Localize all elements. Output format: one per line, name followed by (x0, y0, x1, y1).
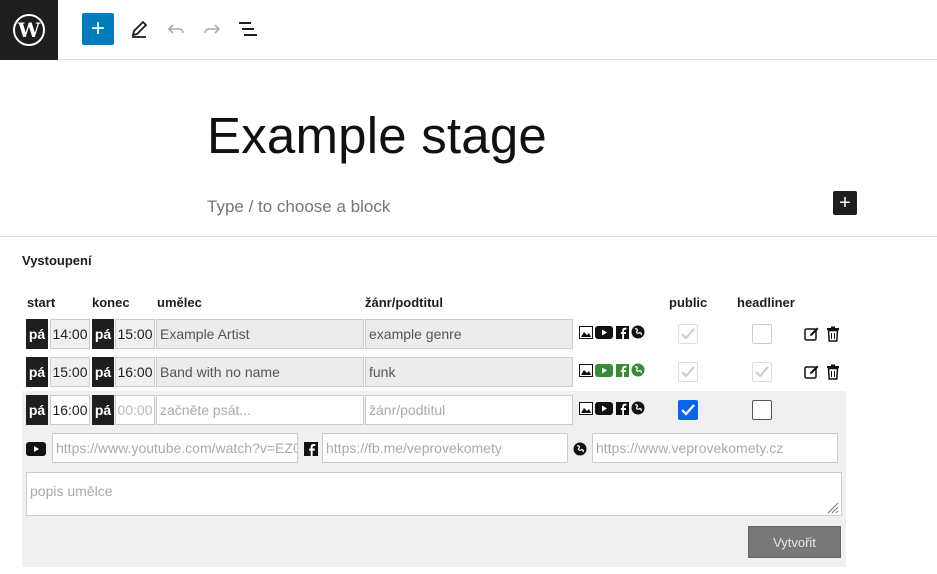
inline-add-block-button[interactable]: + (833, 191, 857, 215)
end-time-field[interactable]: 16:00 (115, 357, 155, 387)
start-day-badge[interactable]: pá (26, 319, 48, 349)
genre-field[interactable]: example genre (365, 319, 573, 349)
meta-box-title: Vystoupení (22, 253, 92, 268)
website-url-input[interactable]: https://www.veprovekomety.cz (592, 433, 838, 463)
media-links (579, 363, 645, 377)
youtube-url-input[interactable]: https://www.youtube.com/watch?v=EZ0 (52, 433, 298, 463)
column-headliner: headliner (737, 295, 795, 310)
artist-field[interactable]: Band with no name (156, 357, 364, 387)
column-end: konec (92, 295, 130, 310)
meta-box-divider (0, 236, 937, 237)
image-icon[interactable] (579, 325, 593, 339)
facebook-icon[interactable] (615, 401, 629, 415)
globe-icon[interactable] (631, 401, 645, 415)
edit-icon[interactable] (804, 364, 820, 380)
column-genre: žánr/podtitul (365, 295, 443, 310)
start-time-field[interactable]: 15:00 (50, 357, 90, 387)
performance-row: pá 14:00 pá 15:00 Example Artist example… (22, 315, 846, 353)
performance-row: pá 15:00 pá 16:00 Band with no name funk (22, 353, 846, 391)
youtube-icon (26, 442, 46, 461)
media-links (579, 325, 645, 339)
add-block-button[interactable]: + (82, 13, 114, 45)
column-artist: umělec (157, 295, 202, 310)
start-time-input[interactable]: 16:00 (50, 395, 90, 425)
description-placeholder: popis umělce (30, 483, 113, 499)
artist-field[interactable]: Example Artist (156, 319, 364, 349)
create-button[interactable]: Vytvořit (748, 526, 841, 558)
redo-icon[interactable] (199, 16, 225, 42)
youtube-icon[interactable] (595, 325, 613, 339)
media-links (579, 401, 645, 415)
block-appender-hint[interactable]: Type / to choose a block (207, 197, 390, 217)
start-day-badge[interactable]: pá (26, 357, 48, 387)
end-time-input[interactable]: 00:00 (115, 395, 155, 425)
trash-icon[interactable] (825, 364, 841, 380)
trash-icon[interactable] (825, 326, 841, 342)
public-checkbox[interactable] (678, 324, 698, 344)
headliner-checkbox[interactable] (752, 362, 772, 382)
end-day-badge[interactable]: pá (92, 357, 114, 387)
new-performance-details: https://www.youtube.com/watch?v=EZ0 http… (22, 429, 846, 567)
public-checkbox[interactable] (678, 362, 698, 382)
new-performance-row: pá 16:00 pá 00:00 začněte psát... žánr/p… (22, 391, 846, 429)
resize-handle-icon[interactable] (827, 501, 839, 514)
document-overview-icon[interactable] (235, 16, 261, 42)
column-start: start (27, 295, 56, 310)
wordpress-logo[interactable]: W (0, 0, 58, 60)
facebook-url-input[interactable]: https://fb.me/veprovekomety (322, 433, 568, 463)
editor-toolbar: W + (0, 0, 937, 60)
column-public: public (669, 295, 708, 310)
youtube-icon[interactable] (595, 363, 613, 377)
genre-field[interactable]: funk (365, 357, 573, 387)
start-time-field[interactable]: 14:00 (50, 319, 90, 349)
undo-icon[interactable] (163, 16, 189, 42)
facebook-icon[interactable] (615, 325, 629, 339)
globe-icon (573, 442, 587, 461)
end-day-badge[interactable]: pá (92, 395, 114, 425)
pencil-icon[interactable] (126, 16, 152, 42)
start-day-badge[interactable]: pá (26, 395, 48, 425)
artist-description-input[interactable]: popis umělce (26, 472, 842, 516)
genre-input[interactable]: žánr/podtitul (365, 395, 573, 425)
wordpress-w-icon: W (13, 14, 45, 46)
image-icon[interactable] (579, 401, 593, 415)
facebook-icon[interactable] (615, 363, 629, 377)
headliner-checkbox[interactable] (752, 324, 772, 344)
post-title[interactable]: Example stage (207, 106, 547, 165)
end-time-field[interactable]: 15:00 (115, 319, 155, 349)
globe-icon[interactable] (631, 363, 645, 377)
facebook-icon (304, 442, 318, 461)
globe-icon[interactable] (631, 325, 645, 339)
edit-icon[interactable] (804, 326, 820, 342)
public-checkbox[interactable] (678, 400, 698, 420)
artist-input[interactable]: začněte psát... (156, 395, 364, 425)
headliner-checkbox[interactable] (752, 400, 772, 420)
end-day-badge[interactable]: pá (92, 319, 114, 349)
youtube-icon[interactable] (595, 401, 613, 415)
image-icon[interactable] (579, 363, 593, 377)
